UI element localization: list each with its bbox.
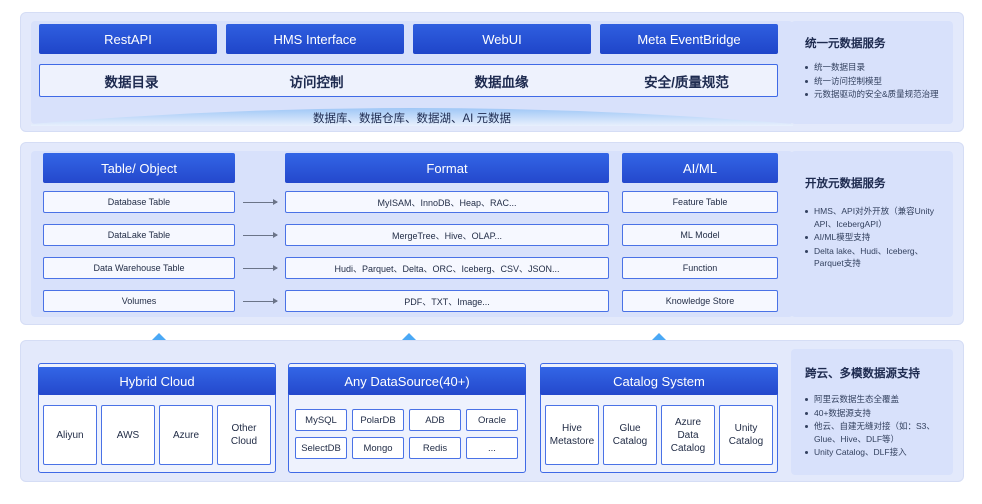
meta-eventbridge-interface: Meta EventBridge [600,24,778,54]
cloud-aws: AWS [101,405,155,465]
side-list: 统一数据目录 统一访问控制模型 元数据驱动的安全&质量规范治理 [805,61,939,101]
side-list: HMS、API对外开放（兼容Unity API、IcebergAPI） AI/M… [805,205,939,270]
side-title: 统一元数据服务 [805,38,886,50]
datasource-redis: Redis [409,437,461,459]
row-arrow [243,265,278,271]
side-item: 元数据驱动的安全&质量规范治理 [805,88,939,101]
format-datalake: MergeTree、Hive、OLAP... [285,224,609,246]
side-title: 跨云、多模数据源支持 [805,368,920,380]
side-title: 开放元数据服务 [805,178,886,190]
ai-feature-table: Feature Table [622,191,778,213]
datasource-band: Hybrid Cloud Aliyun AWS Azure Other Clou… [20,340,964,482]
ai-ml-header: AI/ML [622,153,778,183]
catalog-system-header: Catalog System [540,367,778,395]
format-volumes: PDF、TXT、Image... [285,290,609,312]
datasource-adb: ADB [409,409,461,431]
side-item: HMS、API对外开放（兼容Unity API、IcebergAPI） [805,205,939,230]
webui-interface: WebUI [413,24,591,54]
unified-metadata-side-panel: 统一元数据服务 统一数据目录 统一访问控制模型 元数据驱动的安全&质量规范治理 [791,21,953,124]
open-metadata-side-panel: 开放元数据服务 HMS、API对外开放（兼容Unity API、IcebergA… [791,151,953,317]
side-item: AI/ML模型支持 [805,231,939,244]
row-arrow [243,298,278,304]
datasource-more: ... [466,437,518,459]
catalog-unity: Unity Catalog [719,405,773,465]
restapi-interface: RestAPI [39,24,217,54]
side-item: 40+数据源支持 [805,407,939,420]
ai-knowledge-store: Knowledge Store [622,290,778,312]
catalog-azure-data: Azure Data Catalog [661,405,715,465]
table-object-header: Table/ Object [43,153,235,183]
datasource-polardb: PolarDB [352,409,404,431]
table-type-database: Database Table [43,191,235,213]
side-item: Delta lake、Hudi、Iceberg、Parquet支持 [805,245,939,270]
capability-access-control: 访问控制 [289,74,344,90]
table-type-datalake: DataLake Table [43,224,235,246]
row-arrow [243,232,278,238]
hybrid-cloud-header: Hybrid Cloud [38,367,276,395]
datasource-side-panel: 跨云、多模数据源支持 阿里云数据生态全覆盖 40+数据源支持 他云、自建无缝对接… [791,349,953,475]
row-arrow [243,199,278,205]
format-header: Format [285,153,609,183]
open-metadata-band: Table/ Object Format AI/ML Database Tabl… [20,142,964,325]
catalog-hive-metastore: Hive Metastore [545,405,599,465]
table-type-warehouse: Data Warehouse Table [43,257,235,279]
sources-caption: 数据库、数据仓库、数据湖、AI 元数据 [312,113,512,125]
side-list: 阿里云数据生态全覆盖 40+数据源支持 他云、自建无缝对接（如：S3、Glue、… [805,393,939,459]
ai-ml-model: ML Model [622,224,778,246]
table-type-volumes: Volumes [43,290,235,312]
hms-interface: HMS Interface [226,24,404,54]
datasource-selectdb: SelectDB [295,437,347,459]
datasource-mongo: Mongo [352,437,404,459]
cloud-azure: Azure [159,405,213,465]
side-item: 阿里云数据生态全覆盖 [805,393,939,406]
side-item: 统一访问控制模型 [805,75,939,88]
cloud-other: Other Cloud [217,405,271,465]
format-database: MyISAM、InnoDB、Heap、RAC... [285,191,609,213]
catalog-glue: Glue Catalog [603,405,657,465]
capability-security-quality: 安全/质量规范 [644,74,729,90]
datasource-mysql: MySQL [295,409,347,431]
cloud-aliyun: Aliyun [43,405,97,465]
capability-data-lineage: 数据血缘 [474,74,529,90]
capability-data-catalog: 数据目录 [104,74,159,90]
ai-function: Function [622,257,778,279]
side-item: 统一数据目录 [805,61,939,74]
unified-metadata-band: RestAPI HMS Interface WebUI Meta EventBr… [20,12,964,132]
side-item: Unity Catalog、DLF接入 [805,446,939,459]
datasource-oracle: Oracle [466,409,518,431]
side-item: 他云、自建无缝对接（如：S3、Glue、Hive、DLF等） [805,420,939,445]
format-warehouse: Hudi、Parquet、Delta、ORC、Iceberg、CSV、JSON.… [285,257,609,279]
datasource-header: Any DataSource(40+) [288,367,526,395]
